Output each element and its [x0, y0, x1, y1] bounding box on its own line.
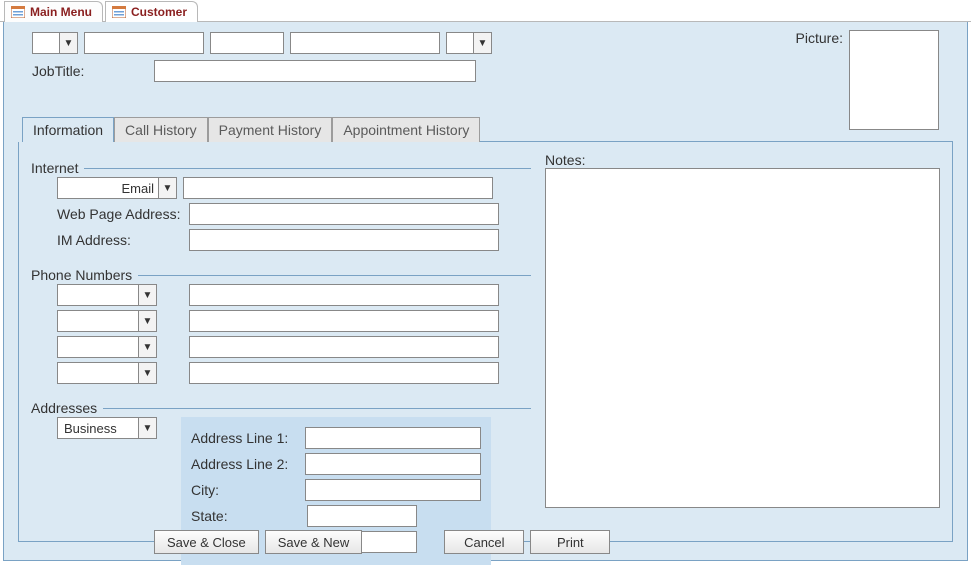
tab-control: Information Call History Payment History…: [18, 116, 953, 542]
tab-information[interactable]: Information: [22, 117, 114, 142]
document-tab-customer[interactable]: Customer: [105, 1, 198, 22]
phone-input[interactable]: [189, 310, 499, 332]
phone-type-combo[interactable]: ▼: [57, 362, 157, 384]
group-internet-label: Internet: [31, 160, 84, 176]
address-type-combo[interactable]: Business ▼: [57, 417, 157, 439]
im-address-label: IM Address:: [57, 232, 183, 248]
tab-appointment-history[interactable]: Appointment History: [332, 117, 480, 142]
picture-box[interactable]: [849, 30, 939, 130]
document-tab-label: Customer: [131, 5, 187, 19]
city-label: City:: [191, 482, 299, 498]
first-name-input[interactable]: [84, 32, 204, 54]
jobtitle-input[interactable]: [154, 60, 476, 82]
chevron-down-icon: ▼: [138, 363, 156, 383]
print-button[interactable]: Print: [530, 530, 610, 554]
web-page-label: Web Page Address:: [57, 206, 183, 222]
email-type-combo[interactable]: Email ▼: [57, 177, 177, 199]
email-type-value: Email: [62, 181, 158, 196]
cancel-button[interactable]: Cancel: [444, 530, 524, 554]
group-internet: Internet Email ▼ Web Page Address:: [31, 152, 531, 251]
state-input[interactable]: [307, 505, 417, 527]
right-column: Notes:: [545, 152, 940, 531]
picture-label: Picture:: [796, 30, 843, 46]
notes-label: Notes:: [545, 152, 585, 168]
last-name-input[interactable]: [290, 32, 440, 54]
group-divider: [31, 168, 531, 169]
state-label: State:: [191, 508, 301, 524]
chevron-down-icon: ▼: [138, 418, 156, 438]
form-icon: [11, 6, 25, 18]
button-row: Save & Close Save & New Cancel Print: [4, 530, 967, 554]
save-close-button[interactable]: Save & Close: [154, 530, 259, 554]
form-canvas: ▼ ▼ JobTitle: Picture: Information Call …: [3, 22, 968, 561]
suffix-combo[interactable]: ▼: [446, 32, 492, 54]
group-divider: [31, 408, 531, 409]
document-tab-main-menu[interactable]: Main Menu: [4, 1, 103, 22]
phone-input[interactable]: [189, 336, 499, 358]
chevron-down-icon: ▼: [138, 311, 156, 331]
form-icon: [112, 6, 126, 18]
chevron-down-icon: ▼: [138, 337, 156, 357]
chevron-down-icon: ▼: [158, 178, 176, 198]
tab-body: Internet Email ▼ Web Page Address:: [18, 142, 953, 542]
title-combo[interactable]: ▼: [32, 32, 78, 54]
phone-input[interactable]: [189, 362, 499, 384]
address-line2-input[interactable]: [305, 453, 481, 475]
address-type-value: Business: [62, 421, 138, 436]
save-new-button[interactable]: Save & New: [265, 530, 363, 554]
email-input[interactable]: [183, 177, 493, 199]
group-addresses-label: Addresses: [31, 400, 103, 416]
jobtitle-label: JobTitle:: [32, 63, 84, 79]
group-phone-label: Phone Numbers: [31, 267, 138, 283]
chevron-down-icon: ▼: [473, 33, 491, 53]
middle-name-input[interactable]: [210, 32, 284, 54]
phone-type-combo[interactable]: ▼: [57, 336, 157, 358]
city-input[interactable]: [305, 479, 481, 501]
chevron-down-icon: ▼: [138, 285, 156, 305]
notes-textarea[interactable]: [545, 168, 940, 508]
document-tab-label: Main Menu: [30, 5, 92, 19]
tab-call-history[interactable]: Call History: [114, 117, 208, 142]
im-address-input[interactable]: [189, 229, 499, 251]
group-phone-numbers: Phone Numbers ▼ ▼: [31, 259, 531, 384]
phone-type-combo[interactable]: ▼: [57, 310, 157, 332]
phone-input[interactable]: [189, 284, 499, 306]
picture-wrap: Picture:: [796, 30, 939, 130]
address-line2-label: Address Line 2:: [191, 456, 299, 472]
tab-payment-history[interactable]: Payment History: [208, 117, 333, 142]
document-tab-bar: Main Menu Customer: [0, 0, 971, 22]
left-column: Internet Email ▼ Web Page Address:: [31, 152, 531, 531]
address-line1-input[interactable]: [305, 427, 481, 449]
phone-type-combo[interactable]: ▼: [57, 284, 157, 306]
web-page-input[interactable]: [189, 203, 499, 225]
address-line1-label: Address Line 1:: [191, 430, 299, 446]
chevron-down-icon: ▼: [59, 33, 77, 53]
